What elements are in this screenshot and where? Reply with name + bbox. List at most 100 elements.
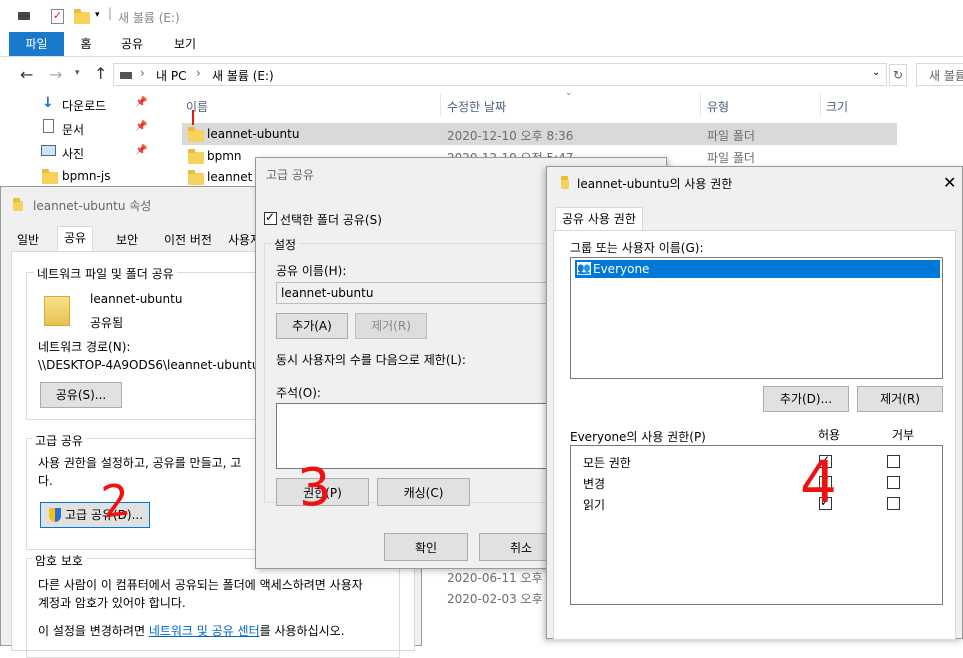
folder-icon <box>188 149 204 164</box>
user-name: Everyone <box>593 262 650 276</box>
deny-read-checkbox[interactable] <box>887 497 900 510</box>
comment-field[interactable] <box>276 403 556 469</box>
permission-label: 읽기 <box>583 498 606 512</box>
tab-previous-versions[interactable]: 이전 버전 <box>158 229 218 251</box>
back-icon[interactable]: ← <box>20 65 33 84</box>
table-row[interactable]: leannet-ubuntu 2020-12-10 오후 8:36 파일 폴더 <box>182 123 897 145</box>
table-row: 변경 <box>571 473 942 493</box>
column-divider <box>700 94 701 116</box>
file-name: leannet <box>207 170 253 184</box>
table-row: 모든 권한 <box>571 452 942 472</box>
file-name: bpmn <box>207 149 242 163</box>
deny-full-control-checkbox[interactable] <box>887 455 900 468</box>
file-name: leannet-ubuntu <box>207 127 300 141</box>
user-list[interactable]: 👥 Everyone <box>570 257 943 379</box>
address-dropdown-icon[interactable]: ⌄ <box>872 67 880 78</box>
file-type: 파일 폴더 <box>707 129 755 143</box>
allow-full-control-checkbox[interactable] <box>819 453 832 468</box>
allow-change-checkbox[interactable] <box>819 474 832 489</box>
network-sharing-center-link[interactable]: 네트워크 및 공유 센터 <box>149 624 260 638</box>
share-status: 공유됨 <box>90 316 124 330</box>
list-item[interactable]: 👥 Everyone <box>575 260 940 278</box>
share-folder-checkbox[interactable] <box>264 210 277 225</box>
ok-button[interactable]: 확인 <box>384 533 468 561</box>
properties-check-icon[interactable]: ✓ <box>51 9 64 24</box>
permission-label: 변경 <box>583 477 606 491</box>
column-header-type[interactable]: 유형 <box>707 98 729 115</box>
group-label: 암호 보호 <box>32 552 86 569</box>
file-date: 2020-12-10 오후 8:36 <box>447 129 574 143</box>
file-list-header: 이름 ⌄ 수정한 날짜 유형 크기 <box>180 88 902 116</box>
file-date: 2020-02-03 오후 <box>447 592 543 606</box>
column-header-size[interactable]: 크기 <box>826 98 848 115</box>
share-name-field[interactable]: leannet-ubuntu <box>276 282 556 304</box>
quick-access-item[interactable]: bpmn-js <box>40 167 155 187</box>
password-description: 이 설정을 변경하려면 <box>38 624 149 638</box>
tab-general[interactable]: 일반 <box>11 229 45 251</box>
quick-access-dropdown-icon[interactable]: ▾ <box>95 10 100 20</box>
recent-dropdown-icon[interactable]: ▾ <box>75 68 80 78</box>
group-label: 고급 공유 <box>32 432 86 449</box>
password-change-text: 이 설정을 변경하려면 네트워크 및 공유 센터를 사용하십시오. <box>38 622 345 639</box>
pin-icon[interactable]: 📌 <box>135 97 147 108</box>
allow-read-checkbox[interactable] <box>819 495 832 510</box>
up-icon[interactable]: ↑ <box>94 64 107 83</box>
close-icon[interactable]: ✕ <box>943 173 956 192</box>
forward-icon[interactable]: → <box>49 65 62 84</box>
share-name-value: leannet-ubuntu <box>281 286 374 300</box>
pin-icon[interactable]: 📌 <box>135 145 147 156</box>
address-segment-drive[interactable]: 새 볼륨 (E:) <box>212 67 274 84</box>
quick-access-label: 문서 <box>62 123 85 137</box>
tab-share-permissions[interactable]: 공유 사용 권한 <box>555 207 643 231</box>
ribbon: 파일 홈 공유 보기 <box>0 32 963 57</box>
search-input[interactable]: 새 볼륨 <box>916 63 963 86</box>
picture-icon <box>41 145 56 156</box>
share-name-label: 공유 이름(H): <box>276 264 347 278</box>
new-folder-icon[interactable] <box>74 9 90 24</box>
file-type: 파일 폴더 <box>707 151 755 165</box>
table-row: 읽기 <box>571 494 942 514</box>
caching-button[interactable]: 캐싱(C) <box>377 478 470 506</box>
share-button[interactable]: 공유(S)... <box>40 382 122 408</box>
ribbon-tab-file[interactable]: 파일 <box>9 32 64 56</box>
dialog-title: 고급 공유 <box>266 168 314 182</box>
address-sep-icon: › <box>140 66 145 80</box>
add-user-button[interactable]: 추가(D)... <box>763 386 849 412</box>
quick-access-item[interactable]: 문서 📌 <box>40 119 155 139</box>
remove-user-button[interactable]: 제거(R) <box>857 386 943 412</box>
drive-small-icon <box>120 72 132 79</box>
quick-access-list: ↓ 다운로드 📌 문서 📌 사진 📌 bpmn-js <box>0 92 160 192</box>
dialog-title: leannet-ubuntu 속성 <box>33 199 152 213</box>
nav-bar: ← → ▾ ↑ › 내 PC › 새 볼륨 (E:) ⌄ ↻ 새 볼륨 <box>0 58 963 92</box>
permissions-dialog: leannet-ubuntu의 사용 권한 ✕ 공유 사용 권한 그룹 또는 사… <box>546 166 963 640</box>
tab-sharing[interactable]: 공유 <box>57 226 94 251</box>
quick-access-label: 사진 <box>62 147 85 161</box>
quick-access-item[interactable]: 사진 📌 <box>40 143 155 163</box>
group-or-user-label: 그룹 또는 사용자 이름(G): <box>570 241 704 255</box>
column-header-name[interactable]: 이름 <box>186 98 208 115</box>
ribbon-tab-share[interactable]: 공유 <box>115 32 149 56</box>
quick-access-item[interactable]: ↓ 다운로드 📌 <box>40 95 155 115</box>
pin-icon[interactable]: 📌 <box>135 121 147 132</box>
permissions-button[interactable]: 권한(P) <box>276 478 369 506</box>
deny-change-checkbox[interactable] <box>887 476 900 489</box>
address-bar[interactable]: › 내 PC › 새 볼륨 (E:) ⌄ <box>113 63 887 86</box>
advanced-sharing-label: 고급 공유(D)... <box>65 508 144 522</box>
address-segment-pc[interactable]: 내 PC <box>156 67 186 84</box>
user-limit-label: 동시 사용자의 수를 다음으로 제한(L): <box>276 353 466 367</box>
download-icon: ↓ <box>42 95 54 111</box>
ribbon-tab-home[interactable]: 홈 <box>72 32 100 56</box>
remove-share-button[interactable]: 제거(R) <box>355 313 427 339</box>
folder-name: leannet-ubuntu <box>90 292 183 306</box>
column-header-date[interactable]: 수정한 날짜 <box>447 98 506 115</box>
tab-security[interactable]: 보안 <box>110 229 144 251</box>
refresh-icon[interactable]: ↻ <box>889 64 907 86</box>
advanced-sharing-button[interactable]: 고급 공유(D)... <box>40 502 150 528</box>
ribbon-tab-view[interactable]: 보기 <box>168 32 202 56</box>
add-share-button[interactable]: 추가(A) <box>276 313 348 339</box>
quick-access-label: 다운로드 <box>62 99 107 113</box>
password-description: 다른 사람이 이 컴퓨터에서 공유되는 폴더에 액세스하려면 사용자 <box>38 578 363 592</box>
explorer-title: 새 볼륨 (E:) <box>118 11 180 25</box>
permissions-list: 모든 권한 변경 읽기 <box>570 445 943 605</box>
comment-label: 주석(O): <box>276 386 321 400</box>
